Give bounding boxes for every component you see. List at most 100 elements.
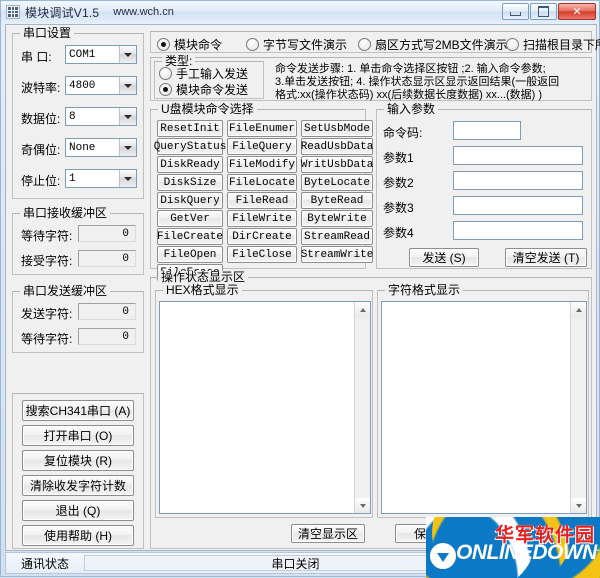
command-button-filemodify[interactable]: FileModify bbox=[227, 156, 297, 173]
command-button-fileenumer[interactable]: FileEnumer bbox=[227, 120, 297, 137]
command-code-input[interactable] bbox=[453, 121, 521, 140]
command-button-filequery[interactable]: FileQuery bbox=[227, 138, 297, 155]
chevron-down-icon[interactable] bbox=[119, 170, 136, 187]
type-and-hint-panel: 类型: 手工输入发送 模块命令发送 命令发送步骤: 1. 单击命令选择区按钮 ;… bbox=[150, 55, 592, 101]
command-button-streamread[interactable]: StreamRead bbox=[301, 228, 373, 245]
baudrate-label: 波特率: bbox=[21, 81, 61, 95]
status-bar-label: 通讯状态 bbox=[20, 556, 69, 571]
port-value: COM1 bbox=[69, 48, 96, 61]
command-button-getver[interactable]: GetVer bbox=[157, 210, 223, 227]
command-button-dircreate[interactable]: DirCreate bbox=[227, 228, 297, 245]
command-button-filewrite[interactable]: FileWrite bbox=[227, 210, 297, 227]
command-button-filecreate[interactable]: FileCreate bbox=[157, 228, 223, 245]
command-button-bytewrite[interactable]: ByteWrite bbox=[301, 210, 373, 227]
search-ch341-port-button[interactable]: 搜索CH341串口 (A) bbox=[22, 400, 134, 421]
serial-settings-group: 串口设置 串 口: COM1 波特率: 4800 数据位: 8 奇偶位: Non… bbox=[12, 27, 144, 199]
char-display-value[interactable] bbox=[382, 302, 570, 513]
chevron-down-icon[interactable] bbox=[119, 139, 136, 156]
radio-dot-icon bbox=[159, 67, 172, 80]
watermark-en-main: ONLINEDOWN bbox=[456, 541, 597, 564]
stopbits-combo[interactable]: 1 bbox=[65, 169, 137, 188]
reset-module-button[interactable]: 复位模块 (R) bbox=[22, 450, 134, 471]
port-label: 串 口: bbox=[21, 50, 52, 64]
window-title: 模块调试V1.5 bbox=[25, 5, 100, 20]
type-manual-input-send[interactable]: 手工输入发送 bbox=[159, 65, 248, 82]
hex-display-value[interactable] bbox=[160, 302, 354, 513]
command-button-bytelocate[interactable]: ByteLocate bbox=[301, 174, 373, 191]
type-module-command-send[interactable]: 模块命令发送 bbox=[159, 81, 248, 98]
help-button[interactable]: 使用帮助 (H) bbox=[22, 525, 134, 546]
char-display-scrollbar[interactable] bbox=[570, 302, 586, 513]
rx-waiting-label: 等待字符: bbox=[21, 229, 73, 243]
command-button-readusbdata[interactable]: ReadUsbData bbox=[301, 138, 373, 155]
mode-scan-root-dir-demo-label: 扫描根目录下所有文件演示 bbox=[523, 38, 600, 52]
command-button-writusbdata[interactable]: WritUsbData bbox=[301, 156, 373, 173]
scroll-up-icon[interactable] bbox=[571, 302, 586, 317]
command-button-diskready[interactable]: DiskReady bbox=[157, 156, 223, 173]
databits-combo[interactable]: 8 bbox=[65, 107, 137, 126]
char-display-legend: 字符格式显示 bbox=[385, 284, 464, 296]
command-button-querystatus[interactable]: QueryStatus bbox=[154, 138, 226, 155]
tx-sent-value: 0 bbox=[78, 303, 136, 320]
hint-line-3: 格式:xx(操作状态码) xx(后续数据长度数据) xx...(数据) ) bbox=[275, 89, 543, 101]
clear-display-button[interactable]: 清空显示区 bbox=[291, 524, 365, 543]
tx-buffer-group: 串口发送缓冲区 发送字符: 0 等待字符: 0 bbox=[12, 285, 144, 353]
action-buttons-group: 搜索CH341串口 (A) 打开串口 (O) 复位模块 (R) 清除收发字符计数… bbox=[12, 393, 144, 549]
exit-button[interactable]: 退出 (Q) bbox=[22, 500, 134, 521]
chevron-down-icon[interactable] bbox=[119, 77, 136, 94]
maximize-button[interactable] bbox=[530, 3, 557, 20]
param4-label: 参数4 bbox=[383, 226, 414, 240]
command-button-fileopen[interactable]: FileOpen bbox=[157, 246, 223, 263]
param4-input[interactable] bbox=[453, 221, 583, 240]
mode-module-command-label: 模块命令 bbox=[174, 38, 223, 52]
tx-waiting-label: 等待字符: bbox=[21, 332, 73, 346]
port-combo[interactable]: COM1 bbox=[65, 45, 137, 64]
baudrate-combo[interactable]: 4800 bbox=[65, 76, 137, 95]
mode-module-command[interactable]: 模块命令 bbox=[157, 36, 222, 53]
input-params-legend: 输入参数 bbox=[384, 103, 439, 115]
stopbits-label: 停止位: bbox=[21, 174, 61, 188]
command-button-fileread[interactable]: FileRead bbox=[227, 192, 297, 209]
clear-send-button[interactable]: 清空发送 (T) bbox=[505, 248, 587, 267]
command-button-diskquery[interactable]: DiskQuery bbox=[157, 192, 223, 209]
watermark-en-text: ONLINEDOWN.NET bbox=[456, 541, 600, 565]
hex-display-scrollbar[interactable] bbox=[354, 302, 370, 513]
scroll-up-icon[interactable] bbox=[355, 302, 370, 317]
mode-byte-write-file-demo[interactable]: 字节写文件演示 bbox=[246, 36, 347, 53]
clear-counters-button[interactable]: 清除收发字符计数 bbox=[22, 475, 134, 496]
mode-byte-write-file-demo-label: 字节写文件演示 bbox=[263, 38, 348, 52]
mode-scan-root-dir-demo[interactable]: 扫描根目录下所有文件演示 bbox=[506, 36, 600, 53]
scroll-down-icon[interactable] bbox=[355, 498, 370, 513]
char-display-textarea[interactable] bbox=[381, 301, 587, 514]
param1-input[interactable] bbox=[453, 146, 583, 165]
type-group: 类型: 手工输入发送 模块命令发送 bbox=[154, 55, 264, 99]
status-display-legend: 操作状态显示区 bbox=[158, 271, 249, 283]
minimize-button[interactable] bbox=[502, 3, 529, 20]
title-bar[interactable]: 模块调试V1.5 www.wch.cn ✕ bbox=[1, 1, 599, 23]
mode-sector-write-2mb-demo[interactable]: 扇区方式写2MB文件演示 bbox=[358, 36, 508, 53]
hint-line-1: 命令发送步骤: 1. 单击命令选择区按钮 ;2. 输入命令参数; bbox=[275, 63, 546, 75]
command-button-disksize[interactable]: DiskSize bbox=[157, 174, 223, 191]
hex-display-textarea[interactable] bbox=[159, 301, 371, 514]
command-button-setusbmode[interactable]: SetUsbMode bbox=[301, 120, 373, 137]
command-button-fileclose[interactable]: FileClose bbox=[227, 246, 297, 263]
parity-combo[interactable]: None bbox=[65, 138, 137, 157]
close-icon[interactable]: ✕ bbox=[558, 3, 596, 20]
app-window: 模块调试V1.5 www.wch.cn ✕ 串口设置 串 口: COM1 波特率… bbox=[0, 0, 600, 578]
param2-input[interactable] bbox=[453, 171, 583, 190]
radio-dot-icon bbox=[358, 38, 371, 51]
command-button-byteread[interactable]: ByteRead bbox=[301, 192, 373, 209]
chevron-down-icon[interactable] bbox=[119, 46, 136, 63]
databits-label: 数据位: bbox=[21, 112, 61, 126]
chevron-down-icon[interactable] bbox=[119, 108, 136, 125]
command-button-filelocate[interactable]: FileLocate bbox=[227, 174, 297, 191]
open-port-button[interactable]: 打开串口 (O) bbox=[22, 425, 134, 446]
rx-waiting-value: 0 bbox=[78, 225, 136, 242]
command-button-streamwrite[interactable]: StreamWrite bbox=[301, 246, 373, 263]
window-controls: ✕ bbox=[501, 3, 596, 20]
param3-input[interactable] bbox=[453, 196, 583, 215]
scroll-down-icon[interactable] bbox=[571, 498, 586, 513]
command-button-resetinit[interactable]: ResetInit bbox=[157, 120, 223, 137]
input-params-group: 输入参数 命令码: 参数1 参数2 参数3 参数4 发送 (S) 清空发送 (T… bbox=[376, 103, 592, 269]
send-button[interactable]: 发送 (S) bbox=[409, 248, 479, 267]
